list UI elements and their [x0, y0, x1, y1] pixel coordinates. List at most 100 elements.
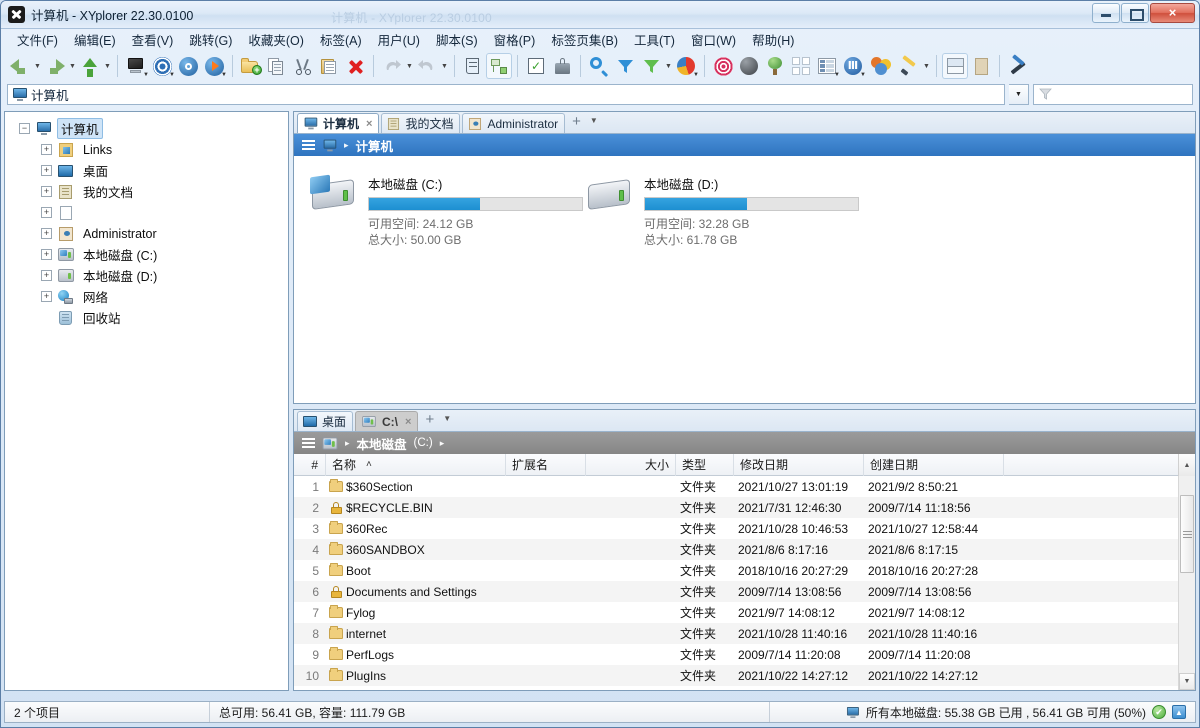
- up-dropdown-icon[interactable]: ▼: [103, 53, 112, 79]
- branch-view-icon[interactable]: [486, 53, 512, 79]
- menu-go[interactable]: 跳转(G): [181, 28, 240, 52]
- tree-node-administrator[interactable]: + Administrator: [11, 223, 288, 244]
- paste-icon[interactable]: [316, 53, 342, 79]
- goto-icon[interactable]: ▼: [201, 53, 227, 79]
- menu-window[interactable]: 窗口(W): [683, 28, 744, 52]
- menu-favorites[interactable]: 收藏夹(O): [240, 28, 312, 52]
- pie-chart-icon[interactable]: ▼: [673, 53, 699, 79]
- menu-tags[interactable]: 标签(A): [312, 28, 370, 52]
- tab-desktop[interactable]: 桌面: [297, 411, 353, 431]
- table-row[interactable]: 10 PlugIns 文件夹 2021/10/22 14:27:12 2021/…: [294, 665, 1195, 686]
- weight-icon[interactable]: [549, 53, 575, 79]
- table-row[interactable]: 4 360SANDBOX 文件夹 2021/8/6 8:17:16 2021/8…: [294, 539, 1195, 560]
- tab-list-dropdown-icon[interactable]: ▼: [588, 112, 604, 133]
- back-icon[interactable]: [7, 53, 33, 79]
- tab-list-dropdown-icon[interactable]: ▼: [441, 410, 457, 431]
- tree-node-computer[interactable]: − 计算机: [11, 118, 288, 139]
- highlight-dropdown-icon[interactable]: ▼: [922, 53, 931, 79]
- tools-icon[interactable]: [1005, 53, 1031, 79]
- table-row[interactable]: 8 internet 文件夹 2021/10/28 11:40:16 2021/…: [294, 623, 1195, 644]
- expand-icon[interactable]: +: [41, 144, 52, 155]
- new-tab-button[interactable]: +: [567, 113, 586, 133]
- expand-icon[interactable]: +: [41, 249, 52, 260]
- expand-icon[interactable]: +: [41, 270, 52, 281]
- menu-help[interactable]: 帮助(H): [744, 28, 802, 52]
- menu-tools[interactable]: 工具(T): [626, 28, 683, 52]
- status-ok-icon[interactable]: ✔: [1152, 705, 1166, 719]
- undo-icon[interactable]: [379, 53, 405, 79]
- color-filter-icon[interactable]: [866, 53, 896, 79]
- search-icon[interactable]: [586, 53, 612, 79]
- sphere-icon[interactable]: [736, 53, 762, 79]
- thumbnails-icon[interactable]: [788, 53, 814, 79]
- drive-item-c[interactable]: 本地磁盘 (C:) 可用空间: 24.12 GB 总大小: 50.00 GB: [308, 174, 583, 248]
- tab-my-documents[interactable]: 我的文档: [381, 113, 460, 133]
- undo-dropdown-icon[interactable]: ▼: [405, 53, 414, 79]
- close-icon[interactable]: ×: [405, 416, 411, 428]
- col-extension[interactable]: 扩展名: [506, 454, 586, 476]
- filter-input[interactable]: [1033, 84, 1193, 105]
- table-row[interactable]: 7 Fylog 文件夹 2021/9/7 14:08:12 2021/9/7 1…: [294, 602, 1195, 623]
- col-modified[interactable]: 修改日期: [734, 454, 864, 476]
- tab-computer[interactable]: 计算机 ×: [297, 113, 379, 133]
- expand-icon[interactable]: +: [41, 291, 52, 302]
- delete-icon[interactable]: [342, 53, 368, 79]
- tree-node-drive-c[interactable]: + 本地磁盘 (C:): [11, 244, 288, 265]
- target-icon[interactable]: ▼: [149, 53, 175, 79]
- table-row[interactable]: 3 360Rec 文件夹 2021/10/28 10:46:53 2021/10…: [294, 518, 1195, 539]
- menu-edit[interactable]: 编辑(E): [66, 28, 124, 52]
- menu-panes[interactable]: 窗格(P): [486, 28, 544, 52]
- col-created[interactable]: 创建日期: [864, 454, 1004, 476]
- tree-icon[interactable]: [762, 53, 788, 79]
- visual-filter-dropdown-icon[interactable]: ▼: [664, 53, 673, 79]
- close-button[interactable]: ×: [1150, 3, 1195, 23]
- table-row[interactable]: 6 Documents and Settings 文件夹 2009/7/14 1…: [294, 581, 1195, 602]
- cut-icon[interactable]: [290, 53, 316, 79]
- panel-icon[interactable]: [968, 53, 994, 79]
- top-pane-breadcrumb[interactable]: ▸ 计算机: [294, 134, 1195, 156]
- collapse-icon[interactable]: −: [19, 123, 30, 134]
- bottom-pane-breadcrumb[interactable]: ▸ 本地磁盘 (C:) ▸: [294, 432, 1195, 454]
- maximize-button[interactable]: [1121, 3, 1149, 23]
- col-name[interactable]: 名称 ˄: [326, 454, 506, 476]
- checkbox-select-icon[interactable]: ✓: [523, 53, 549, 79]
- table-row[interactable]: 1 $360Section 文件夹 2021/10/27 13:01:19 20…: [294, 476, 1195, 497]
- forward-icon[interactable]: [42, 53, 68, 79]
- details-icon[interactable]: ▼: [814, 53, 840, 79]
- close-icon[interactable]: ×: [366, 118, 372, 130]
- menu-file[interactable]: 文件(F): [9, 28, 66, 52]
- copy-icon[interactable]: [264, 53, 290, 79]
- col-type[interactable]: 类型: [676, 454, 734, 476]
- back-dropdown-icon[interactable]: ▼: [33, 53, 42, 79]
- status-up-icon[interactable]: ▲: [1172, 705, 1186, 719]
- computer-icon[interactable]: ▼: [123, 53, 149, 79]
- redo-icon[interactable]: [414, 53, 440, 79]
- dual-pane-icon[interactable]: [942, 53, 968, 79]
- menu-hamburger-icon[interactable]: [302, 140, 315, 150]
- tree-node-desktop[interactable]: + 桌面: [11, 160, 288, 181]
- spiral-icon[interactable]: [710, 53, 736, 79]
- tab-administrator[interactable]: Administrator: [462, 113, 565, 133]
- address-input[interactable]: 计算机: [7, 84, 1005, 105]
- tree-node-recycle-bin[interactable]: 回收站: [11, 307, 288, 328]
- expand-icon[interactable]: +: [41, 207, 52, 218]
- new-tab-button[interactable]: +: [420, 411, 439, 431]
- tree-node-network[interactable]: + 网络: [11, 286, 288, 307]
- col-size[interactable]: 大小: [586, 454, 676, 476]
- file-list-scrollbar[interactable]: ▼: [1178, 476, 1195, 690]
- new-folder-icon[interactable]: +: [238, 53, 264, 79]
- file-list[interactable]: 1 $360Section 文件夹 2021/10/27 13:01:19 20…: [294, 476, 1195, 690]
- tree-node-blank[interactable]: +: [11, 202, 288, 223]
- menu-hamburger-icon[interactable]: [302, 438, 315, 448]
- tree-node-links[interactable]: + Links: [11, 139, 288, 160]
- forward-dropdown-icon[interactable]: ▼: [68, 53, 77, 79]
- menu-tabsets[interactable]: 标签页集(B): [543, 28, 626, 52]
- up-icon[interactable]: [77, 53, 103, 79]
- tree-node-drive-d[interactable]: + 本地磁盘 (D:): [11, 265, 288, 286]
- visual-filter-icon[interactable]: [638, 53, 664, 79]
- table-row[interactable]: 5 Boot 文件夹 2018/10/16 20:27:29 2018/10/1…: [294, 560, 1195, 581]
- redo-dropdown-icon[interactable]: ▼: [440, 53, 449, 79]
- drive-item-d[interactable]: 本地磁盘 (D:) 可用空间: 32.28 GB 总大小: 61.78 GB: [584, 174, 859, 248]
- address-dropdown-button[interactable]: ▼: [1009, 84, 1029, 105]
- col-index[interactable]: #: [294, 454, 326, 476]
